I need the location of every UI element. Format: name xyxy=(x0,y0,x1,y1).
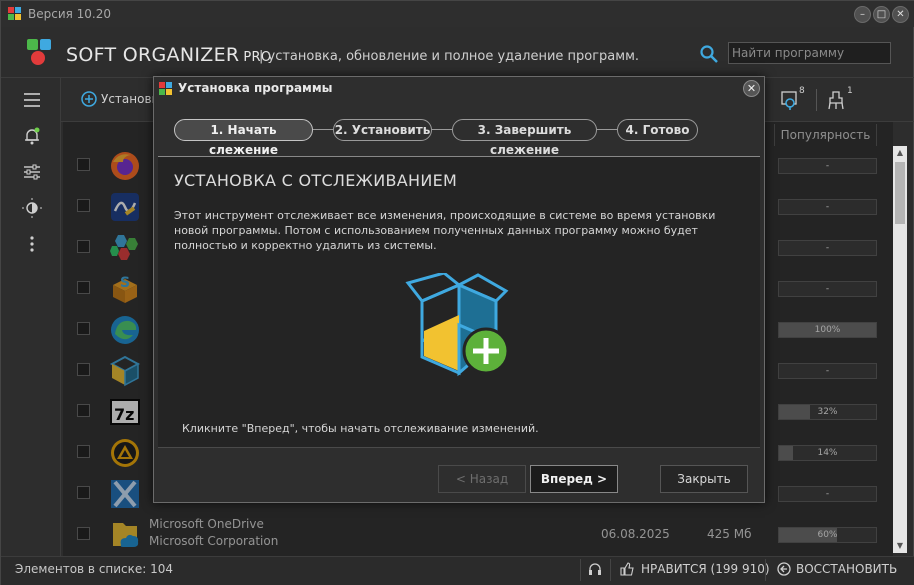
scroll-thumb[interactable] xyxy=(895,162,905,224)
theme-icon[interactable] xyxy=(21,197,43,219)
install-dialog: Установка программы ✕ 1. Начать слежение… xyxy=(153,76,765,503)
tracked-badge: 8 xyxy=(799,86,805,96)
step-start-tracking: 1. Начать слежение xyxy=(174,119,313,157)
brand-logo-icon xyxy=(27,39,51,65)
thumbs-up-icon[interactable] xyxy=(619,561,635,577)
dialog-description: Этот инструмент отслеживает все изменени… xyxy=(174,209,716,252)
vertical-scrollbar[interactable]: ▲ ▼ xyxy=(893,146,907,553)
next-button[interactable]: Вперед > xyxy=(530,465,618,493)
status-divider xyxy=(765,559,766,581)
install-box-icon xyxy=(405,273,510,377)
close-window-button[interactable]: ✕ xyxy=(892,6,909,23)
toolbar-divider xyxy=(816,89,817,111)
step-finish-tracking: 3. Завершить слежение xyxy=(452,119,597,157)
dialog-close-icon[interactable]: ✕ xyxy=(743,80,760,97)
settings-sliders-icon[interactable] xyxy=(21,161,43,183)
window-title: Версия 10.20 xyxy=(28,7,112,21)
app-window: Версия 10.20 – □ ✕ SOFT ORGANIZER PRO | у… xyxy=(0,0,914,585)
menu-icon[interactable] xyxy=(21,89,43,111)
step-connector xyxy=(597,129,619,130)
item-count: Элементов в списке: 104 xyxy=(15,562,174,576)
brand-name: SOFT ORGANIZER PRO xyxy=(66,44,272,66)
status-divider xyxy=(580,559,581,581)
more-icon[interactable] xyxy=(21,233,43,255)
dialog-content: УСТАНОВКА С ОТСЛЕЖИВАНИЕМ Этот инструмен… xyxy=(158,156,760,448)
step-connector xyxy=(431,129,453,130)
dialog-heading: УСТАНОВКА С ОТСЛЕЖИВАНИЕМ xyxy=(174,171,458,190)
tagline: | установка, обновление и полное удалени… xyxy=(259,49,640,64)
minimize-button[interactable]: – xyxy=(854,6,871,23)
sidebar xyxy=(1,78,61,556)
back-button[interactable]: < Назад xyxy=(438,465,526,493)
search-icon[interactable] xyxy=(699,44,719,64)
restore-icon[interactable] xyxy=(776,561,792,577)
close-button[interactable]: Закрыть xyxy=(660,465,748,493)
like-button[interactable]: НРАВИТСЯ (199 910) xyxy=(641,562,770,576)
cleaner-icon[interactable] xyxy=(825,89,847,111)
bell-icon[interactable] xyxy=(21,125,43,147)
scroll-down-icon[interactable]: ▼ xyxy=(893,539,907,553)
status-divider xyxy=(610,559,611,581)
scroll-up-icon[interactable]: ▲ xyxy=(893,146,907,160)
dialog-hint: Кликните "Вперед", чтобы начать отслежив… xyxy=(182,422,539,435)
title-bar: Версия 10.20 – □ ✕ xyxy=(1,1,914,27)
dialog-title: Установка программы xyxy=(178,81,333,95)
restore-button[interactable]: ВОССТАНОВИТЬ xyxy=(796,562,897,576)
step-install: 2. Установить xyxy=(333,119,432,141)
step-connector xyxy=(313,129,335,130)
tracked-programs-icon[interactable] xyxy=(779,89,801,111)
app-logo-icon xyxy=(8,7,21,20)
cleaner-badge: 1 xyxy=(847,86,853,96)
search-input[interactable] xyxy=(728,42,891,64)
maximize-button[interactable]: □ xyxy=(873,6,890,23)
dialog-logo-icon xyxy=(159,82,172,95)
step-done: 4. Готово xyxy=(617,119,698,141)
add-program-icon[interactable] xyxy=(81,91,97,107)
headset-icon[interactable] xyxy=(587,561,603,577)
